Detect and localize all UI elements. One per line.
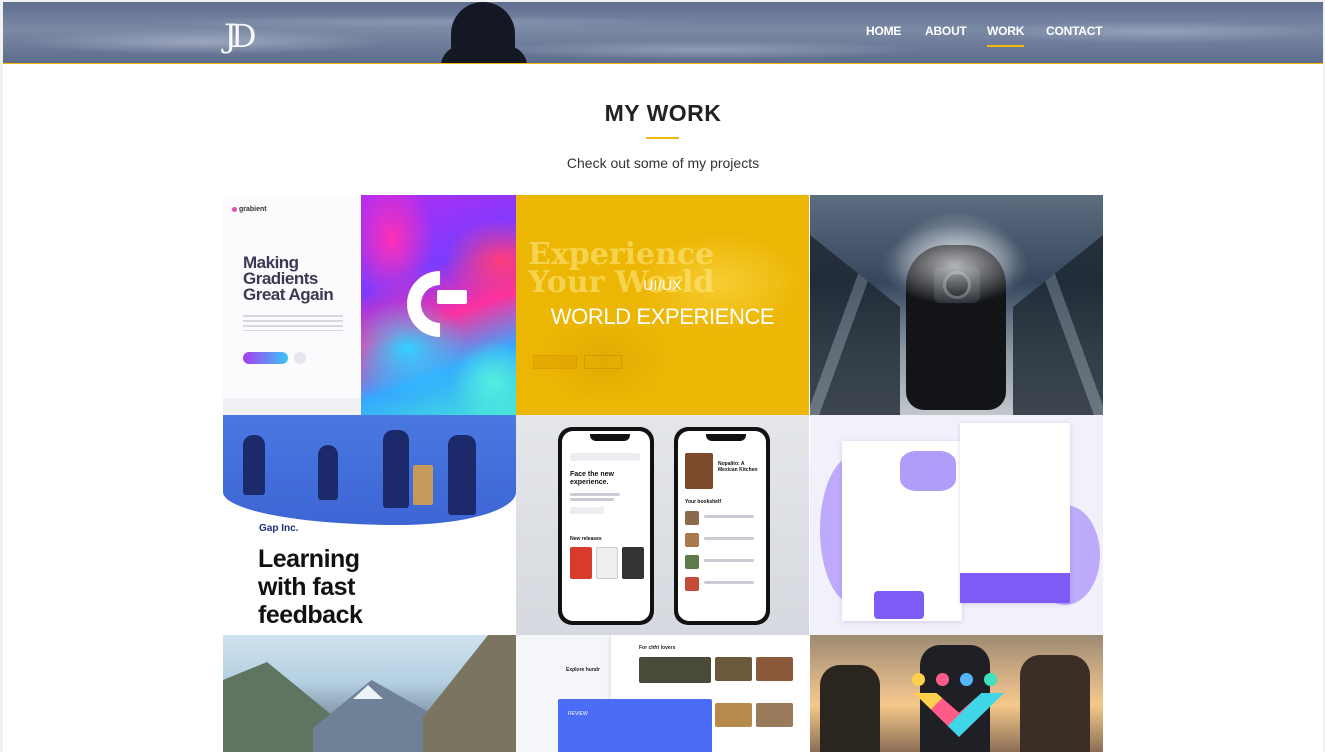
smoke-cloud bbox=[880, 225, 1030, 305]
landing-page-right bbox=[960, 423, 1070, 603]
book-cover bbox=[622, 547, 644, 579]
main-nav: HOME ABOUT WORK CONTACT bbox=[3, 24, 1323, 47]
logo-dot-blue bbox=[960, 673, 973, 686]
figure-3 bbox=[383, 430, 409, 508]
grabient-headline: Making Gradients Great Again bbox=[243, 253, 334, 304]
phone-screen: Face the new experience. New releases bbox=[562, 431, 650, 621]
mountain-right bbox=[423, 635, 516, 752]
text-line bbox=[570, 498, 614, 501]
grabient-g-logo-icon bbox=[393, 257, 487, 351]
food-photo bbox=[715, 703, 752, 727]
search-bar bbox=[570, 453, 640, 461]
header-person-shoulders bbox=[441, 46, 527, 64]
title-underline bbox=[646, 137, 679, 139]
phone1-section: New releases bbox=[570, 536, 602, 542]
section-subtitle: Check out some of my projects bbox=[566, 155, 760, 171]
friend-figure bbox=[1020, 655, 1090, 752]
grabient-g-bar bbox=[437, 290, 467, 304]
project-tile-grabient[interactable]: grabient Making Gradients Great Again bbox=[223, 195, 516, 415]
gap-headline-line-1: Learning bbox=[258, 545, 360, 573]
project-tile-book-app[interactable]: Face the new experience. New releases No… bbox=[516, 415, 809, 635]
gap-headline: Learning with fast feedback bbox=[258, 545, 363, 629]
text-line bbox=[704, 537, 754, 540]
book-cover bbox=[570, 547, 592, 579]
grabient-paragraph-lines bbox=[243, 315, 343, 331]
phone-mockup-left: Face the new experience. New releases bbox=[558, 427, 654, 625]
figure-1 bbox=[243, 435, 265, 495]
text-line bbox=[704, 559, 754, 562]
phone1-title: Face the new experience. bbox=[570, 471, 614, 486]
project-tile-mountains[interactable] bbox=[223, 635, 516, 752]
phone2-section: Your bookshelf bbox=[685, 499, 722, 505]
feature-illustration bbox=[874, 591, 924, 619]
review-card: REVIEW bbox=[558, 699, 712, 752]
project-title: WORLD EXPERIENCE bbox=[550, 304, 775, 329]
figure-2 bbox=[318, 445, 338, 500]
gap-headline-line-3: feedback bbox=[258, 601, 363, 629]
grabient-brand: grabient bbox=[239, 206, 267, 213]
portfolio-grid: grabient Making Gradients Great Again Ex… bbox=[223, 195, 1103, 752]
food-heading: For chfri lovers bbox=[639, 645, 676, 651]
logo-dot-yellow bbox=[912, 673, 925, 686]
food-photo bbox=[715, 657, 752, 681]
list-thumb bbox=[685, 533, 699, 547]
review-card-label: REVIEW bbox=[568, 711, 588, 717]
list-thumb bbox=[685, 511, 699, 525]
pill-button bbox=[570, 507, 604, 514]
nav-contact[interactable]: CONTACT bbox=[1046, 24, 1103, 38]
bag-box bbox=[413, 465, 433, 505]
page: JD HOME ABOUT WORK CONTACT MY WORK Check… bbox=[3, 2, 1323, 752]
nav-work[interactable]: WORK bbox=[987, 24, 1025, 47]
text-line bbox=[704, 515, 754, 518]
logo-dot-teal bbox=[984, 673, 997, 686]
gap-headline-line-2: with fast bbox=[258, 573, 355, 601]
grabient-cta-button bbox=[243, 352, 288, 364]
header-accent-line bbox=[3, 63, 1323, 64]
food-photo bbox=[639, 657, 711, 683]
site-header: JD HOME ABOUT WORK CONTACT bbox=[3, 2, 1323, 64]
phone-screen: Nopalito: A Mexican Kitchen Your bookshe… bbox=[678, 431, 766, 621]
project-tile-world-experience[interactable]: Experience Your World UI/UX WORLD EXPERI… bbox=[516, 195, 809, 415]
phone-mockup-right: Nopalito: A Mexican Kitchen Your bookshe… bbox=[674, 427, 770, 625]
ghost-button-secondary bbox=[584, 355, 622, 369]
text-line bbox=[570, 493, 620, 496]
gap-brand: Gap Inc. bbox=[259, 523, 299, 534]
project-tile-gap-learning[interactable]: Gap Inc. Learning with fast feedback bbox=[223, 415, 516, 635]
footer-band bbox=[960, 573, 1070, 603]
phone-notch bbox=[706, 434, 746, 441]
nav-about[interactable]: ABOUT bbox=[925, 24, 967, 38]
food-photo bbox=[756, 657, 793, 681]
friend-figure bbox=[820, 665, 880, 752]
list-thumb bbox=[685, 577, 699, 591]
side-heading: Explore hundr bbox=[566, 667, 600, 673]
logo-dot-pink bbox=[936, 673, 949, 686]
section-title: MY WORK bbox=[604, 100, 722, 126]
text-line bbox=[704, 581, 754, 584]
project-tile-food-app[interactable]: Explore hundr For chfri lovers REVIEW bbox=[516, 635, 809, 752]
figure-4 bbox=[448, 435, 476, 515]
grabient-left-panel bbox=[223, 195, 361, 415]
project-tile-purple-landing[interactable] bbox=[810, 415, 1103, 635]
food-photo bbox=[756, 703, 793, 727]
phone2-title: Nopalito: A Mexican Kitchen bbox=[718, 461, 758, 473]
book-cover bbox=[685, 453, 713, 489]
landing-page-left bbox=[842, 441, 962, 621]
project-tile-friends-heart[interactable] bbox=[810, 635, 1103, 752]
book-cover bbox=[596, 547, 618, 579]
phone-notch bbox=[590, 434, 630, 441]
grabient-gradient-art bbox=[361, 195, 516, 415]
nav-home[interactable]: HOME bbox=[866, 24, 901, 38]
ghost-button-primary bbox=[533, 355, 577, 369]
project-tile-photographer[interactable] bbox=[810, 195, 1103, 415]
office-illustration bbox=[223, 415, 516, 525]
list-thumb bbox=[685, 555, 699, 569]
hero-illustration bbox=[900, 451, 956, 491]
project-category: UI/UX bbox=[643, 277, 682, 293]
grabient-footer-bar bbox=[223, 398, 361, 415]
grabient-logo-icon bbox=[232, 207, 237, 212]
grabient-plus-button bbox=[294, 352, 306, 364]
